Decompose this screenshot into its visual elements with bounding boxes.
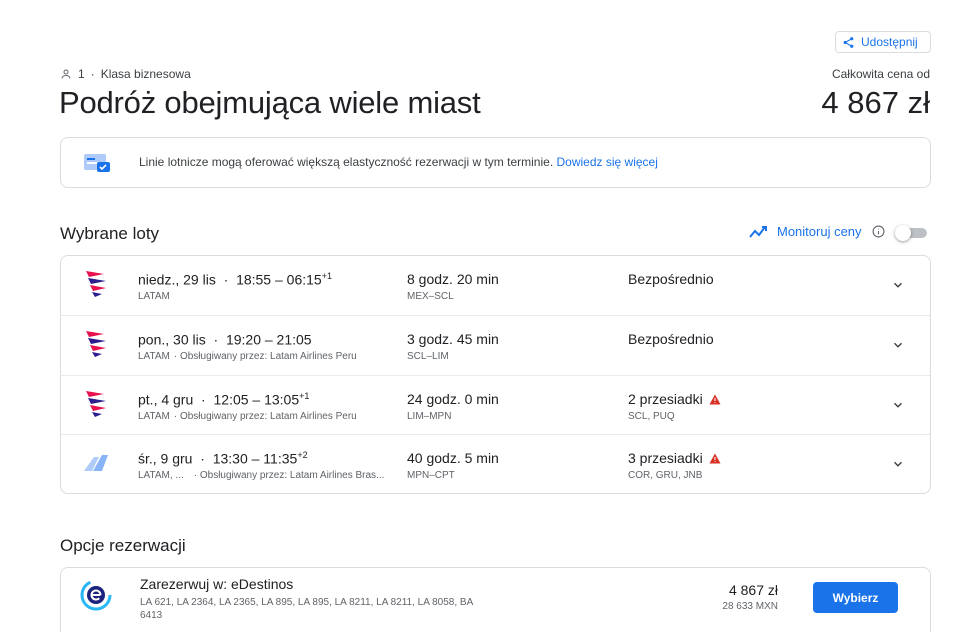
total-price: 4 867 zł	[821, 85, 930, 120]
flight-time: 19:20 – 21:05	[225, 331, 312, 348]
latam-logo-icon	[86, 391, 106, 417]
stop-airports: COR, GRU, JNB	[628, 470, 703, 481]
flight-time: 13:30 – 11:35	[212, 450, 298, 467]
stops-label: 2 przesiadki	[628, 391, 703, 407]
select-button[interactable]: Wybierz	[813, 582, 898, 613]
selected-flights-list: niedz., 29 lis · 18:55 – 06:15+1 LATAM 8…	[60, 255, 931, 494]
operator-info: · Obsługiwany przez: Latam Airlines Peru	[173, 411, 357, 422]
booking-provider: Zarezerwuj w: eDestinos	[140, 576, 294, 592]
chevron-down-icon[interactable]	[891, 398, 905, 412]
total-price-label: Całkowita cena od	[831, 67, 930, 81]
toggle-knob	[895, 225, 911, 241]
day-offset: +1	[321, 271, 332, 281]
flight-duration: 8 godz. 20 min	[407, 271, 499, 287]
flight-route: SCL–LIM	[407, 351, 449, 362]
flight-time: 12:05 – 13:05	[213, 391, 300, 408]
trip-meta: 1 · Klasa biznesowa	[60, 67, 191, 81]
flight-airline-info: LATAM · Obsługiwany przez: Latam Airlines…	[138, 411, 357, 422]
latam-logo-icon	[86, 271, 106, 297]
track-prices-toggle[interactable]	[895, 225, 927, 241]
flight-row[interactable]: pt., 4 gru · 12:05 – 13:05+1 LATAM · Obsł…	[61, 375, 930, 434]
warning-icon	[709, 453, 721, 463]
cabin-class: Klasa biznesowa	[100, 67, 191, 81]
airline-name: LATAM, ...	[138, 470, 184, 481]
flight-stops: Bezpośrednio	[628, 271, 714, 287]
edestinos-logo-icon	[80, 579, 112, 611]
info-icon[interactable]	[872, 225, 885, 238]
flight-date: niedz., 29 lis	[138, 271, 216, 288]
airline-name: LATAM	[138, 351, 170, 362]
flight-date-time: pt., 4 gru · 12:05 – 13:05+1	[138, 391, 309, 408]
flight-row[interactable]: niedz., 29 lis · 18:55 – 06:15+1 LATAM 8…	[61, 256, 930, 315]
chevron-down-icon[interactable]	[891, 457, 905, 471]
flight-date-time: niedz., 29 lis · 18:55 – 06:15+1	[138, 271, 332, 288]
booking-options-title: Opcje rezerwacji	[60, 536, 186, 555]
flight-date-time: pon., 30 lis · 19:20 – 21:05	[138, 331, 312, 348]
multi-airline-tail-icon	[84, 455, 108, 471]
banner-text-container: Linie lotnicze mogą oferować większą ela…	[139, 155, 658, 169]
date-separator: ·	[201, 391, 206, 408]
stops-label: Bezpośrednio	[628, 331, 714, 347]
flight-duration: 24 godz. 0 min	[407, 391, 499, 407]
flight-airline-info: LATAM, ... · Obsługiwany przez: Latam Air…	[138, 470, 384, 481]
flight-stops: 2 przesiadki	[628, 391, 721, 407]
flight-airline-info: LATAM · Obsługiwany przez: Latam Airlines…	[138, 351, 357, 362]
flight-route: MEX–SCL	[407, 291, 454, 302]
share-label: Udostępnij	[861, 35, 918, 49]
trending-up-icon	[749, 225, 767, 238]
booking-price: 4 867 zł	[728, 582, 778, 598]
person-icon	[61, 69, 71, 79]
date-separator: ·	[223, 271, 229, 288]
flight-route: MPN–CPT	[407, 470, 455, 481]
chevron-down-icon[interactable]	[891, 278, 905, 292]
stop-airports: SCL, PUQ	[628, 411, 675, 422]
flight-route: LIM–MPN	[407, 411, 452, 422]
passenger-count: 1	[78, 67, 85, 81]
banner-text: Linie lotnicze mogą oferować większą ela…	[139, 155, 554, 169]
flight-date: pon., 30 lis	[138, 331, 206, 348]
ticket-check-icon	[84, 154, 110, 172]
flight-date-time: śr., 9 gru · 13:30 – 11:35+2	[138, 450, 308, 467]
flight-duration: 3 godz. 45 min	[407, 331, 499, 347]
selected-flights-title: Wybrane loty	[60, 224, 160, 243]
airline-name: LATAM	[138, 411, 170, 422]
meta-separator: ·	[90, 67, 95, 81]
learn-more-link[interactable]: Dowiedz się więcej	[557, 155, 658, 169]
booking-flight-numbers: LA 621, LA 2364, LA 2365, LA 895, LA 895…	[140, 597, 473, 621]
chevron-down-icon[interactable]	[891, 338, 905, 352]
flexibility-banner: Linie lotnicze mogą oferować większą ela…	[60, 137, 931, 188]
flight-stops: Bezpośrednio	[628, 331, 714, 347]
flight-row[interactable]: śr., 9 gru · 13:30 – 11:35+2 LATAM, ... ·…	[61, 434, 930, 493]
flight-duration: 40 godz. 5 min	[407, 450, 499, 466]
flight-time: 18:55 – 06:15	[236, 271, 322, 288]
track-prices-label: Monitoruj ceny	[777, 224, 862, 239]
flight-stops: 3 przesiadki	[628, 450, 721, 466]
date-separator: ·	[213, 331, 219, 348]
day-offset: +2	[297, 450, 308, 460]
latam-logo-icon	[86, 331, 106, 357]
warning-icon	[709, 394, 721, 404]
day-offset: +1	[299, 391, 310, 401]
page-title: Podróż obejmująca wiele miast	[59, 85, 481, 120]
track-prices-button[interactable]: Monitoruj ceny	[749, 224, 885, 239]
flight-date: pt., 4 gru	[138, 391, 194, 408]
flight-date: śr., 9 gru	[138, 450, 193, 467]
airline-name: LATAM	[138, 291, 170, 302]
booking-option: Zarezerwuj w: eDestinos LA 621, LA 2364,…	[60, 567, 931, 632]
share-button[interactable]: Udostępnij	[835, 31, 931, 53]
stops-label: Bezpośrednio	[628, 271, 714, 287]
flight-row[interactable]: pon., 30 lis · 19:20 – 21:05 LATAM · Obsł…	[61, 315, 930, 374]
booking-price-alt-currency: 28 633 MXN	[722, 601, 778, 612]
stops-label: 3 przesiadki	[628, 450, 703, 466]
share-icon	[843, 36, 854, 48]
operator-info: · Obsługiwany przez: Latam Airlines Peru	[173, 351, 357, 362]
operator-info: · Obsługiwany przez: Latam Airlines Bras…	[193, 470, 385, 481]
flight-airline-info: LATAM	[138, 291, 174, 302]
date-separator: ·	[200, 450, 205, 467]
